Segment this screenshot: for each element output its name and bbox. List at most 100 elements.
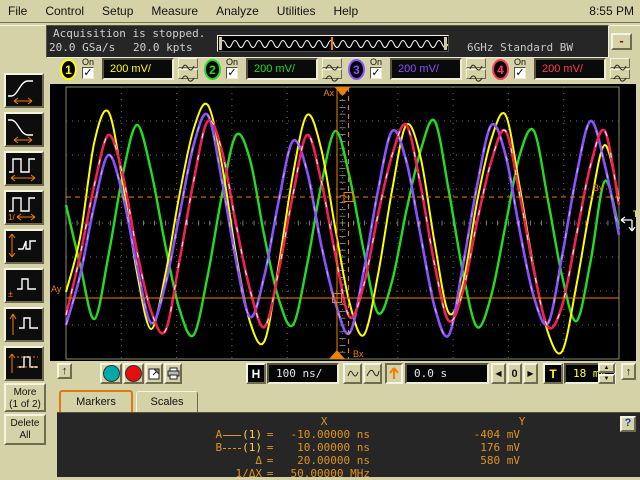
- horizontal-position-display[interactable]: 0.0 s: [405, 363, 489, 384]
- channel-3-on-label: On: [370, 57, 382, 67]
- channel-1-on-label: On: [82, 57, 94, 67]
- v-rms-icon[interactable]: ±: [4, 268, 44, 303]
- channel-4-on-label: On: [514, 57, 526, 67]
- menu-analyze[interactable]: Analyze: [216, 4, 259, 18]
- preview-left-cap[interactable]: [219, 37, 222, 50]
- horizontal-button[interactable]: H: [246, 363, 266, 384]
- zero-position-button[interactable]: 0: [507, 363, 522, 384]
- channel-2-controls: 2 On ✓ 200 mV/: [204, 58, 342, 83]
- pan-right-button[interactable]: ▶: [523, 363, 538, 384]
- channel-2-scale-down-button[interactable]: [322, 69, 342, 79]
- h-zoom-out-button[interactable]: [363, 363, 382, 384]
- markers-readout-panel: X Y A(1) = -10.00000 ns -404 mV B(1) = 1…: [57, 412, 640, 477]
- large-wave-icon: [366, 369, 380, 378]
- trigger-level-up-button[interactable]: ▲: [598, 363, 615, 373]
- channel-2-scale-up-button[interactable]: [322, 58, 342, 68]
- stop-icon: [125, 365, 142, 382]
- period-icon[interactable]: [4, 151, 44, 186]
- memory-depth: 20.0 kpts: [133, 41, 193, 54]
- preview-right-cap[interactable]: [444, 37, 447, 50]
- trigger-level-icon[interactable]: T: [621, 209, 636, 231]
- channel-1-scale-display[interactable]: 200 mV/: [102, 58, 174, 80]
- v-max-icon[interactable]: [4, 307, 44, 342]
- run-button[interactable]: [100, 363, 122, 384]
- menu-bar: File Control Setup Measure Analyze Utili…: [0, 0, 640, 22]
- channel-3-checkbox[interactable]: ✓: [370, 67, 382, 79]
- clock: 8:55 PM: [589, 4, 634, 18]
- marker-row-a: A(1) = -10.00000 ns -404 mV: [57, 428, 640, 441]
- preview-waveform-icon: [218, 36, 448, 51]
- marker-ax-label: Ax: [323, 88, 334, 98]
- menu-setup[interactable]: Setup: [102, 4, 133, 18]
- marker-row-inverse-delta: 1/ΔX = 50.00000 MHz: [57, 467, 640, 480]
- channel-3-scale-display[interactable]: 200 mV/: [390, 58, 462, 80]
- stop-button[interactable]: [123, 363, 144, 384]
- pan-up-left-button[interactable]: ↑: [57, 363, 72, 379]
- x-column-header: X: [278, 415, 370, 428]
- more-button[interactable]: More(1 of 2): [4, 383, 46, 412]
- channel-3-badge[interactable]: 3: [348, 59, 365, 80]
- bandwidth-label: 6GHz Standard BW: [467, 41, 573, 54]
- channel-4-scale-display[interactable]: 200 mV/: [534, 58, 606, 80]
- screen-copy-button[interactable]: [145, 363, 163, 384]
- status-panel: Acquisition is stopped. 20.0 GSa/s 20.0 …: [46, 25, 609, 58]
- screen-copy-icon: [148, 368, 160, 380]
- svg-text:T: T: [633, 209, 636, 219]
- sample-rate: 20.0 GSa/s: [49, 41, 115, 54]
- channel-3-controls: 3 On ✓ 200 mV/: [348, 58, 486, 83]
- oscilloscope-screen: File Control Setup Measure Analyze Utili…: [0, 0, 640, 480]
- channel-2-badge[interactable]: 2: [204, 59, 221, 80]
- channel-3-scale-down-button[interactable]: [466, 69, 486, 79]
- acquisition-status: Acquisition is stopped.: [53, 27, 205, 40]
- rise-time-icon[interactable]: [4, 73, 44, 108]
- printer-icon: [167, 367, 180, 380]
- run-icon: [103, 365, 120, 382]
- minimize-button[interactable]: -: [611, 33, 632, 50]
- channel-2-on-label: On: [226, 57, 238, 67]
- marker-ay-label: Ay: [51, 284, 62, 294]
- pan-left-button[interactable]: ◀: [491, 363, 506, 384]
- v-peak-peak-icon[interactable]: [4, 229, 44, 264]
- trigger-level-down-button[interactable]: ▼: [598, 374, 615, 384]
- channel-1-scale-up-button[interactable]: [178, 58, 198, 68]
- trigger-button[interactable]: T: [543, 363, 563, 384]
- pan-up-right-button[interactable]: ↑: [621, 363, 636, 380]
- channel-4-checkbox[interactable]: ✓: [514, 67, 526, 79]
- channel-1-checkbox[interactable]: ✓: [82, 67, 94, 79]
- orange-up-arrow-icon: [388, 366, 400, 381]
- channel-4-scale-up-button[interactable]: [610, 58, 630, 68]
- delete-all-button[interactable]: DeleteAll: [4, 414, 46, 445]
- waveform-preview-strip[interactable]: [217, 35, 449, 52]
- menu-help[interactable]: Help: [333, 4, 358, 18]
- horizontal-scale-display[interactable]: 100 ns/: [267, 363, 339, 384]
- tab-markers[interactable]: Markers: [59, 390, 133, 412]
- help-button[interactable]: ?: [620, 416, 636, 432]
- svg-text:1/: 1/: [8, 213, 15, 221]
- channel-3-scale-up-button[interactable]: [466, 58, 486, 68]
- channel-2-scale-display[interactable]: 200 mV/: [246, 58, 318, 80]
- frequency-icon[interactable]: 1/: [4, 190, 44, 225]
- marker-bx-label: Bx: [353, 349, 364, 359]
- channel-2-checkbox[interactable]: ✓: [226, 67, 238, 79]
- menu-utilities[interactable]: Utilities: [277, 4, 316, 18]
- channel-1-scale-down-button[interactable]: [178, 69, 198, 79]
- print-button[interactable]: [164, 363, 182, 384]
- v-top-icon[interactable]: [4, 346, 44, 381]
- fall-time-icon[interactable]: [4, 112, 44, 147]
- waveform-display[interactable]: Ax Bx Ay By T: [50, 84, 636, 361]
- marker-by-label: By: [593, 183, 604, 193]
- menu-measure[interactable]: Measure: [151, 4, 198, 18]
- menu-control[interactable]: Control: [45, 4, 84, 18]
- tab-scales[interactable]: Scales: [136, 391, 198, 412]
- marker-row-delta: Δ = 20.00000 ns 580 mV: [57, 454, 640, 467]
- channel-1-badge[interactable]: 1: [60, 59, 77, 80]
- marker-row-b: B(1) = 10.00000 ns 176 mV: [57, 441, 640, 454]
- menu-file[interactable]: File: [8, 4, 27, 18]
- channel-4-badge[interactable]: 4: [492, 59, 509, 80]
- channel-1-controls: 1 On ✓ 200 mV/: [60, 58, 198, 83]
- h-zoom-in-button[interactable]: [343, 363, 362, 384]
- small-wave-icon: [347, 369, 359, 378]
- svg-text:±: ±: [8, 289, 13, 299]
- trigger-position-indicator[interactable]: [385, 363, 403, 384]
- channel-4-scale-down-button[interactable]: [610, 69, 630, 79]
